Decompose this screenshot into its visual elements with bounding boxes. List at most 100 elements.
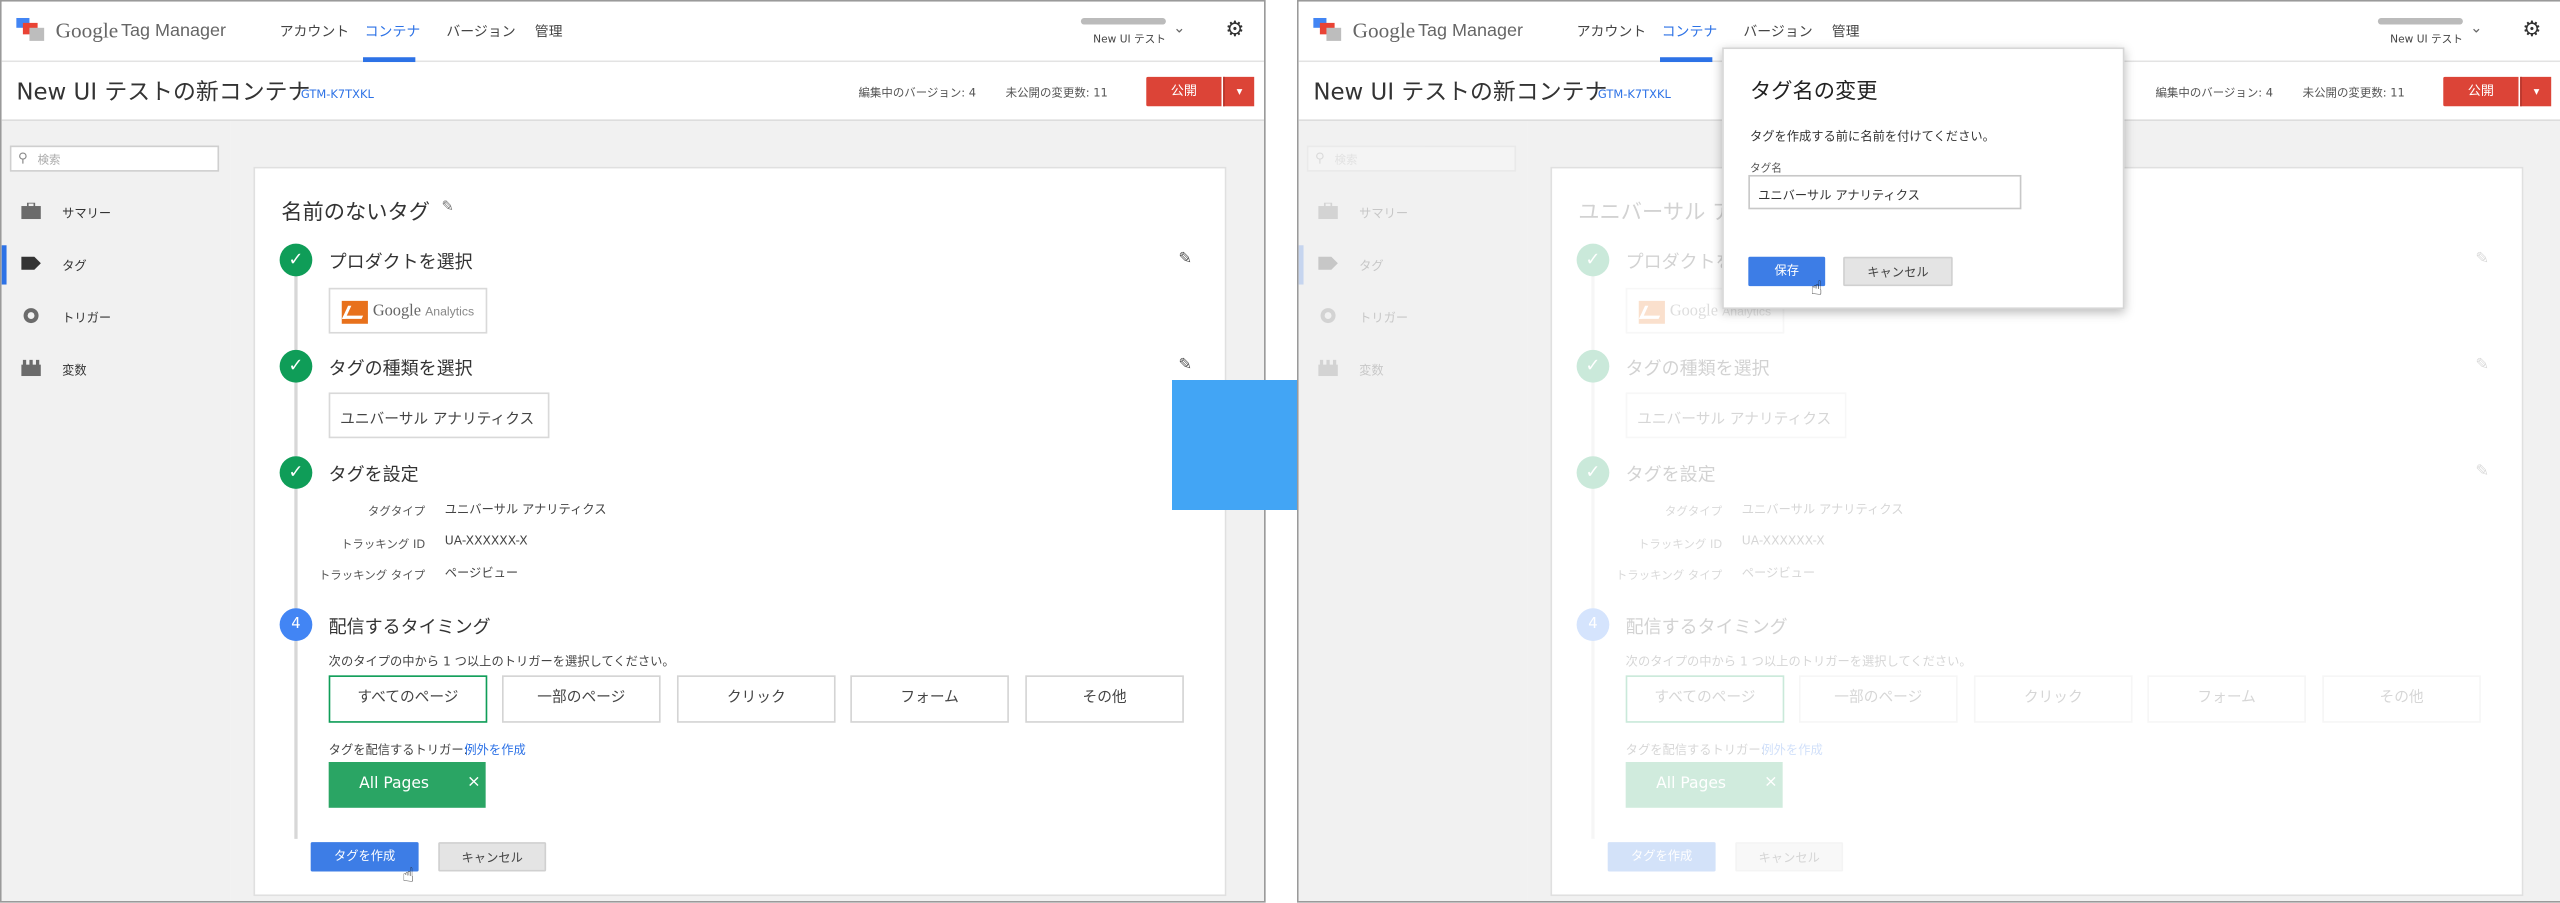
sidebar-item-summary[interactable]: サマリー: [1299, 193, 1528, 232]
edit-product-pencil-icon[interactable]: ✎: [1178, 250, 1192, 268]
nav-container[interactable]: コンテナ: [365, 21, 421, 41]
nav-versions[interactable]: バージョン: [1743, 21, 1812, 41]
account-email-redacted: [2377, 17, 2463, 25]
container-id[interactable]: GTM-K7TXKL: [301, 88, 374, 101]
create-tag-button[interactable]: タグを作成: [1607, 842, 1716, 872]
publish-dropdown-icon[interactable]: ▾: [1223, 76, 1255, 107]
hand-cursor-icon: ☝: [402, 863, 415, 887]
trigger-chip-label: All Pages: [1656, 775, 1727, 794]
tag-title[interactable]: 名前のないタグ: [281, 195, 430, 226]
analytics-logo-icon: [341, 300, 368, 324]
container-bar: New UI テストの新コンテナ GTM-K7TXKL 編集中のバージョン: 4…: [1, 62, 1265, 122]
publish-dropdown-icon[interactable]: ▾: [2520, 76, 2552, 107]
remove-trigger-close-icon[interactable]: ×: [467, 773, 481, 791]
nav-container[interactable]: コンテナ: [1662, 21, 1718, 41]
trigger-type-some-pages[interactable]: 一部のページ: [502, 675, 661, 723]
config-value-tracking-type: ページビュー: [1741, 565, 1816, 581]
sidebar-item-label: サマリー: [1359, 206, 1409, 221]
container-id[interactable]: GTM-K7TXKL: [1598, 88, 1671, 101]
publish-button[interactable]: 公開: [2443, 76, 2519, 107]
chevron-down-icon[interactable]: ⌄: [2470, 21, 2482, 37]
trigger-type-form[interactable]: フォーム: [850, 675, 1009, 723]
tag-name-input[interactable]: [1748, 174, 2022, 210]
trigger-icon: [23, 308, 39, 324]
create-exception-link[interactable]: 例外を作成: [464, 741, 525, 759]
trigger-type-other[interactable]: その他: [1025, 675, 1184, 723]
trigger-type-other[interactable]: その他: [2322, 675, 2481, 723]
cancel-button[interactable]: キャンセル: [438, 842, 547, 872]
trigger-chip-all-pages[interactable]: All Pages ×: [1625, 762, 1783, 808]
briefcase-icon: [1318, 202, 1338, 220]
search-icon: ⚲: [1314, 150, 1325, 166]
nav-account[interactable]: アカウント: [1577, 21, 1647, 41]
top-bar: Google Tag Manager アカウント コンテナ バージョン 管理 N…: [1, 1, 1265, 63]
config-value-tracking-id: UA-XXXXXX-X: [1741, 533, 1825, 548]
account-switcher[interactable]: New UI テスト: [1080, 17, 1166, 46]
sidebar-item-tags[interactable]: タグ: [1, 245, 231, 285]
remove-trigger-close-icon[interactable]: ×: [1764, 773, 1778, 791]
search-input[interactable]: ⚲ 検索: [9, 145, 220, 172]
trigger-type-all-pages[interactable]: すべてのページ: [1625, 675, 1785, 723]
tag-name-label: タグ名: [1749, 161, 1782, 175]
trigger-chip-all-pages[interactable]: All Pages ×: [328, 762, 486, 808]
editing-version: 編集中のバージョン: 4: [2155, 86, 2274, 100]
tag-type-universal-analytics[interactable]: ユニバーサル アナリティクス: [1625, 392, 1847, 439]
trigger-chip-label: All Pages: [359, 775, 430, 794]
step-title-firing: 配信するタイミング: [328, 616, 491, 638]
dialog-cancel-button[interactable]: キャンセル: [1843, 256, 1953, 287]
account-name: New UI テスト: [1093, 32, 1166, 46]
sidebar-item-triggers[interactable]: トリガー: [2, 298, 231, 337]
sidebar: ⚲ 検索 サマリー タグ トリガー 変数: [1, 121, 231, 901]
trigger-type-some-pages[interactable]: 一部のページ: [1799, 675, 1958, 723]
edit-config-pencil-icon[interactable]: ✎: [2475, 463, 2489, 481]
sidebar-item-variables[interactable]: 変数: [2, 350, 231, 389]
analytics-logo-icon: [1638, 300, 1665, 324]
trigger-help-text: 次のタイプの中から 1 つ以上のトリガーを選択してください。: [328, 654, 675, 669]
logo-google-text: Google: [1352, 17, 1416, 43]
trigger-type-click[interactable]: クリック: [1973, 675, 2133, 723]
gear-icon[interactable]: ⚙: [2522, 18, 2541, 43]
rename-pencil-icon[interactable]: ✎: [442, 199, 454, 215]
config-value-tag-type: ユニバーサル アナリティクス: [444, 502, 607, 517]
sidebar-item-summary[interactable]: サマリー: [2, 193, 231, 232]
nav-admin[interactable]: 管理: [1832, 21, 1860, 41]
search-input[interactable]: ⚲ 検索: [1306, 145, 1517, 172]
chevron-down-icon[interactable]: ⌄: [1173, 21, 1185, 37]
tag-type-universal-analytics[interactable]: ユニバーサル アナリティクス: [328, 392, 550, 439]
trigger-type-click[interactable]: クリック: [676, 675, 836, 723]
config-value-tracking-type: ページビュー: [444, 565, 519, 581]
config-value-tag-type: ユニバーサル アナリティクス: [1741, 502, 1904, 517]
edit-product-pencil-icon[interactable]: ✎: [2475, 250, 2489, 268]
briefcase-icon: [21, 202, 41, 220]
step-title-configure: タグを設定: [328, 464, 419, 486]
sidebar-item-label: トリガー: [62, 310, 112, 326]
account-switcher[interactable]: New UI テスト: [2377, 17, 2463, 46]
config-value-tracking-id: UA-XXXXXX-X: [444, 533, 528, 548]
sidebar-item-label: サマリー: [62, 206, 112, 221]
trigger-type-all-pages[interactable]: すべてのページ: [328, 675, 488, 723]
sidebar-item-label: トリガー: [1359, 310, 1409, 326]
sidebar-item-label: 変数: [1359, 363, 1384, 378]
unpublished-changes: 未公開の変更数: 11: [2302, 86, 2405, 100]
step-title-configure: タグを設定: [1625, 464, 1716, 486]
edit-tag-type-pencil-icon[interactable]: ✎: [2475, 356, 2489, 374]
tag-title[interactable]: ユニバーサル ア: [1578, 195, 1733, 226]
sidebar-item-variables[interactable]: 変数: [1299, 350, 1528, 389]
product-google-analytics[interactable]: Google Analytics: [328, 287, 488, 334]
tag-editor-card: 名前のないタグ ✎ ✓ プロダクトを選択 ✎ Google Analytics …: [253, 166, 1227, 897]
gear-icon[interactable]: ⚙: [1225, 18, 1244, 43]
hand-cursor-icon: ☝: [1810, 276, 1823, 300]
dialog-title: タグ名の変更: [1749, 80, 1878, 105]
nav-account[interactable]: アカウント: [280, 21, 350, 41]
cancel-button[interactable]: キャンセル: [1735, 842, 1844, 872]
nav-admin[interactable]: 管理: [535, 21, 563, 41]
account-email-redacted: [1080, 17, 1166, 25]
sidebar-item-triggers[interactable]: トリガー: [1299, 298, 1528, 337]
variables-icon: [1318, 359, 1338, 377]
trigger-type-form[interactable]: フォーム: [2147, 675, 2306, 723]
nav-versions[interactable]: バージョン: [446, 21, 515, 41]
sidebar-item-tags[interactable]: タグ: [1298, 245, 1528, 285]
publish-button[interactable]: 公開: [1146, 76, 1222, 107]
variables-icon: [21, 359, 41, 377]
create-exception-link[interactable]: 例外を作成: [1761, 741, 1822, 759]
